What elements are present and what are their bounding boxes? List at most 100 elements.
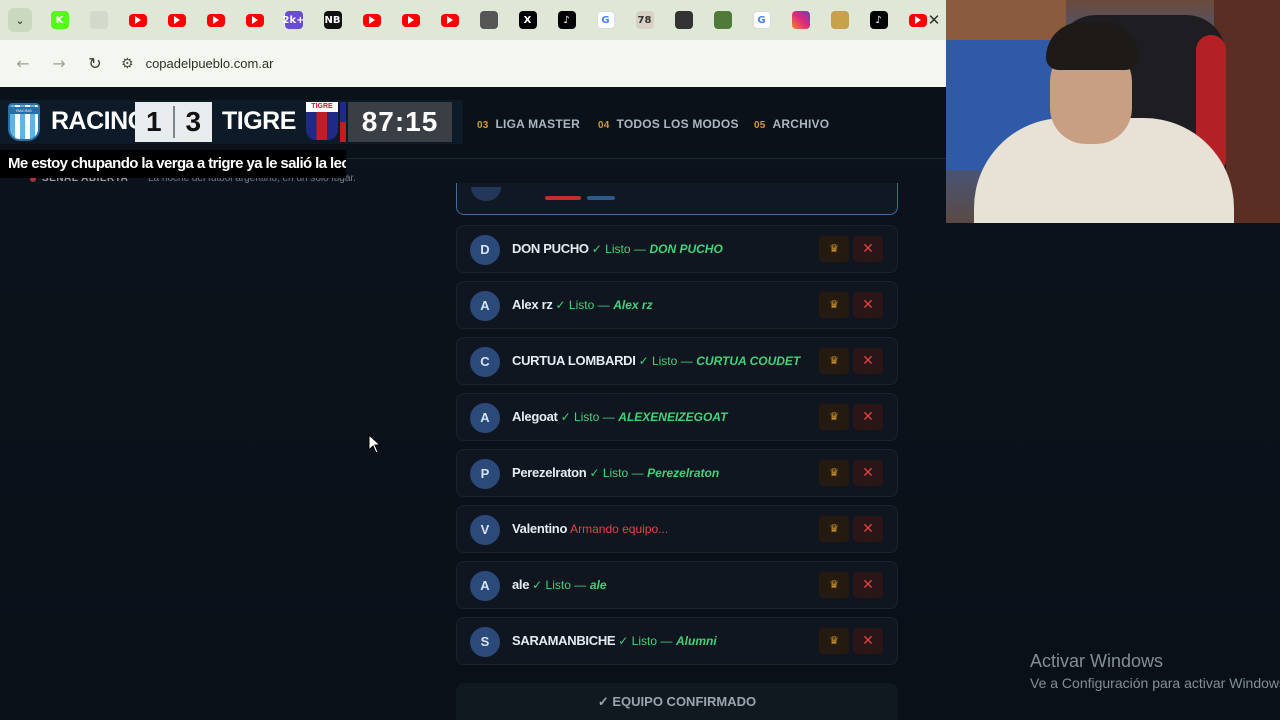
browser-tab[interactable]: X xyxy=(508,0,547,40)
youtube-icon xyxy=(245,13,264,27)
site-settings-icon[interactable]: ⚙ xyxy=(121,56,134,72)
browser-tab[interactable] xyxy=(820,0,859,40)
browser-tab[interactable] xyxy=(352,0,391,40)
remove-icon[interactable]: ✕ xyxy=(853,348,883,374)
player-status: ✓ Listo — xyxy=(560,410,615,424)
forward-icon[interactable]: → xyxy=(41,46,77,82)
close-tab-icon[interactable]: ✕ xyxy=(922,0,946,40)
player-row: A Alegoat ✓ Listo — ALEXENEIZEGOAT ♛ ✕ xyxy=(456,393,898,441)
crown-icon[interactable]: ♛ xyxy=(819,348,849,374)
mouse-cursor-icon xyxy=(368,434,382,454)
nav-label: ARCHIVO xyxy=(772,117,830,131)
browser-tab[interactable] xyxy=(664,0,703,40)
player-line: Valentino Armando equipo... xyxy=(512,521,668,536)
google-icon: G xyxy=(752,11,771,29)
browser-tab[interactable]: G xyxy=(586,0,625,40)
player-team: Alex rz xyxy=(613,298,653,312)
browser-tab[interactable]: G xyxy=(742,0,781,40)
player-name: Alegoat xyxy=(512,409,558,424)
nav-liga-master[interactable]: 03 LIGA MASTER xyxy=(477,117,580,131)
browser-tab[interactable] xyxy=(79,0,118,40)
nav-num: 03 xyxy=(477,120,489,131)
away-team: TIGRE xyxy=(222,107,296,135)
crown-icon[interactable]: ♛ xyxy=(819,628,849,654)
player-avatar: A xyxy=(470,571,500,601)
tigre-crest-icon: TIGRE xyxy=(306,102,338,140)
remove-icon[interactable]: ✕ xyxy=(853,460,883,486)
player-name: CURTUA LOMBARDI xyxy=(512,353,636,368)
player-name: SARAMANBICHE xyxy=(512,633,616,648)
player-row: V Valentino Armando equipo... ♛ ✕ xyxy=(456,505,898,553)
browser-tab[interactable] xyxy=(118,0,157,40)
youtube-icon xyxy=(362,13,381,27)
url-text[interactable]: copadelpueblo.com.ar xyxy=(146,56,274,71)
player-avatar: C xyxy=(470,347,500,377)
player-team: DON PUCHO xyxy=(649,242,723,256)
remove-icon[interactable]: ✕ xyxy=(853,404,883,430)
racing-crest-icon: RACING xyxy=(8,103,40,141)
tab-78-icon: 78 xyxy=(635,11,654,29)
browser-tab[interactable] xyxy=(235,0,274,40)
player-row-partial xyxy=(456,183,898,215)
player-team: CURTUA COUDET xyxy=(696,354,801,368)
player-line: CURTUA LOMBARDI ✓ Listo — CURTUA COUDET xyxy=(512,353,800,368)
remove-icon[interactable]: ✕ xyxy=(853,516,883,542)
avatar-tab-icon xyxy=(713,11,732,29)
reload-icon[interactable]: ↻ xyxy=(77,46,113,82)
player-row: S SARAMANBICHE ✓ Listo — Alumni ♛ ✕ xyxy=(456,617,898,665)
back-icon[interactable]: ← xyxy=(5,46,41,82)
crown-icon[interactable]: ♛ xyxy=(819,292,849,318)
home-score: 1 xyxy=(145,106,162,137)
crest-text: RACING xyxy=(8,107,40,114)
player-line: Perezelraton ✓ Listo — Perezelraton xyxy=(512,465,719,480)
browser-tab[interactable]: ♪ xyxy=(859,0,898,40)
screen: ⌄ K 2k+ NB X ♪ G 78 G ♪ ✕ ← → ↻ ⚙ copadelpueblo.c… xyxy=(0,0,1280,720)
browser-tab[interactable]: K xyxy=(40,0,79,40)
nav-num: 04 xyxy=(598,120,610,131)
crown-icon[interactable]: ♛ xyxy=(819,404,849,430)
browser-tab[interactable] xyxy=(430,0,469,40)
discord-like-icon xyxy=(674,11,693,29)
remove-icon[interactable]: ✕ xyxy=(853,572,883,598)
browser-tab[interactable] xyxy=(703,0,742,40)
address-bar[interactable]: ⚙ copadelpueblo.com.ar xyxy=(121,48,273,80)
tiktok-icon: ♪ xyxy=(869,11,888,29)
tab-list-icon[interactable]: ⌄ xyxy=(8,8,32,32)
player-avatar: A xyxy=(470,403,500,433)
crown-icon[interactable]: ♛ xyxy=(819,460,849,486)
tiktok-icon: ♪ xyxy=(557,11,576,29)
webcam-shelf xyxy=(946,0,1066,40)
instagram-icon xyxy=(791,11,810,29)
nav-todos-los-modos[interactable]: 04 TODOS LOS MODOS xyxy=(598,117,739,131)
browser-tab[interactable]: ♪ xyxy=(547,0,586,40)
player-name: Valentino xyxy=(512,521,568,536)
player-team: ALEXENEIZEGOAT xyxy=(618,410,728,424)
browser-tab[interactable] xyxy=(781,0,820,40)
browser-tab[interactable] xyxy=(469,0,508,40)
kick-icon: K xyxy=(50,11,69,29)
nav-archivo[interactable]: 05 ARCHIVO xyxy=(754,117,829,131)
score-box: 1 3 xyxy=(135,102,212,142)
crown-icon[interactable]: ♛ xyxy=(819,516,849,542)
browser-tab[interactable] xyxy=(196,0,235,40)
remove-icon[interactable]: ✕ xyxy=(853,628,883,654)
crown-icon[interactable]: ♛ xyxy=(819,236,849,262)
browser-toolbar: ← → ↻ ⚙ copadelpueblo.com.ar xyxy=(0,40,946,87)
generic-tab-icon xyxy=(89,11,108,29)
news-icon: NB xyxy=(323,11,342,29)
remove-icon[interactable]: ✕ xyxy=(853,292,883,318)
watermark-subtitle: Ve a Configuración para activar Windows. xyxy=(1030,675,1280,691)
browser-tab[interactable]: NB xyxy=(313,0,352,40)
browser-tab[interactable] xyxy=(157,0,196,40)
browser-tab[interactable]: 78 xyxy=(625,0,664,40)
remove-icon[interactable]: ✕ xyxy=(853,236,883,262)
status-bar-red xyxy=(545,196,581,200)
clock-separator xyxy=(340,102,346,142)
browser-tab[interactable] xyxy=(391,0,430,40)
player-team: Perezelraton xyxy=(647,466,720,480)
team-confirmed-button[interactable]: ✓ EQUIPO CONFIRMADO xyxy=(456,683,898,720)
player-line: Alegoat ✓ Listo — ALEXENEIZEGOAT xyxy=(512,409,727,424)
crown-icon[interactable]: ♛ xyxy=(819,572,849,598)
browser-tab[interactable]: 2k+ xyxy=(274,0,313,40)
player-team: Alumni xyxy=(676,634,717,648)
